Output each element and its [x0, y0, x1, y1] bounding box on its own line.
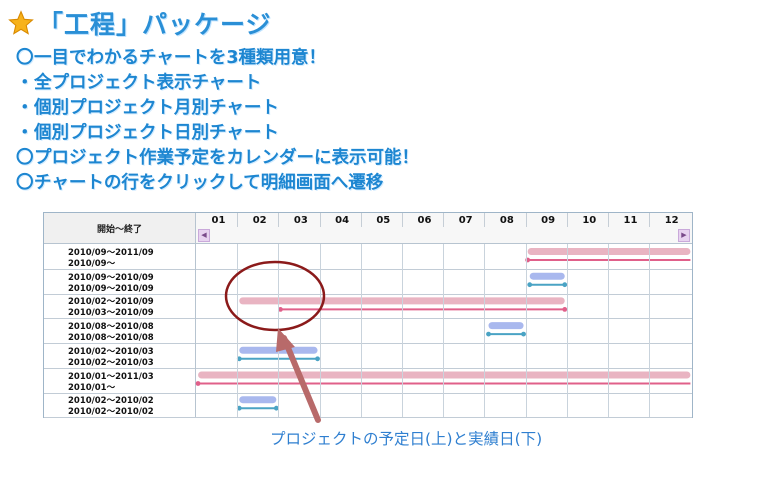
annotation-callout: プロジェクトの予定日(上)と実績日(下) [270, 430, 543, 448]
annotation-arrowhead [276, 328, 295, 352]
highlight-circle [224, 260, 326, 332]
annotation-layer [224, 260, 326, 423]
annotation-arrow [281, 335, 321, 423]
